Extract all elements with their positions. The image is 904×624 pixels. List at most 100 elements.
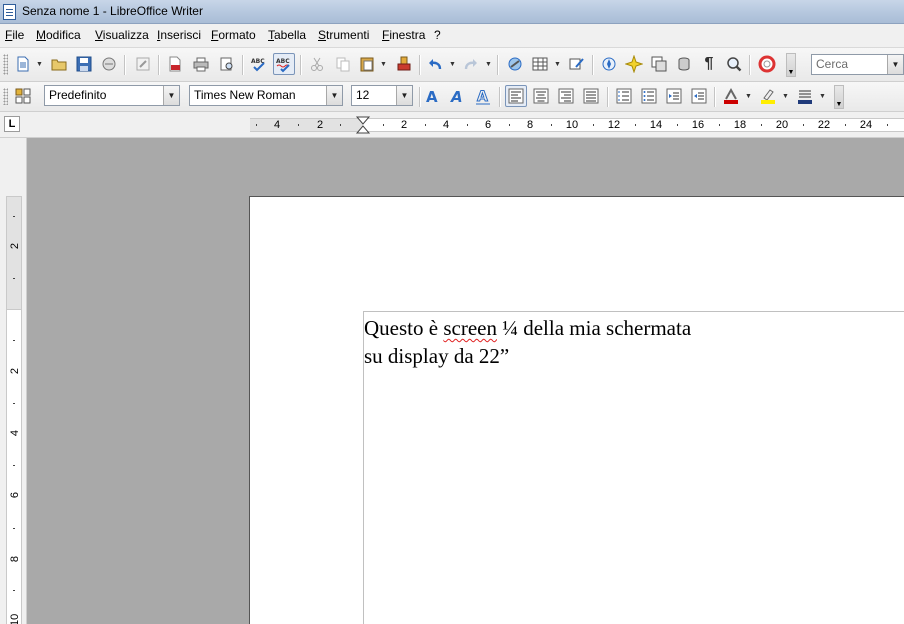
menu-modifica[interactable]: Modifica [36,28,81,42]
data-sources-icon[interactable] [648,53,670,75]
document-page[interactable]: Questo è screen ¼ della mia schermata su… [249,196,904,624]
new-document-icon[interactable] [12,53,34,75]
copy-icon[interactable] [332,53,354,75]
menu-formato[interactable]: Formato [211,28,256,42]
decrease-indent-icon[interactable] [663,85,685,107]
nonprinting-characters-icon[interactable]: ¶ [698,53,720,75]
ruler-tick [383,124,384,126]
undo-dropdown-icon[interactable]: ▼ [449,53,456,75]
open-icon[interactable] [48,53,70,75]
highlighting-dropdown-icon[interactable]: ▼ [782,85,789,107]
menu-help[interactable]: ? [434,28,441,42]
new-document-dropdown-icon[interactable]: ▼ [36,53,43,75]
paste-icon[interactable] [356,53,378,75]
ruler-tick [551,124,552,126]
ruler-label: 2 [400,119,408,131]
redo-dropdown-icon[interactable]: ▼ [485,53,492,75]
ruler-tick [845,124,846,126]
ruler-label: 4 [442,119,450,131]
highlighting-icon[interactable] [757,85,779,107]
paragraph-style-value: Predefinito [49,88,107,102]
draw-functions-icon[interactable] [566,53,588,75]
paragraph-style-dropdown-icon[interactable]: ▼ [163,86,179,105]
gallery-icon[interactable] [623,53,645,75]
autospellcheck-icon[interactable]: ABC [273,53,295,75]
italic-icon[interactable]: A [447,85,469,107]
ruler-label: 2 [316,119,324,131]
toolbar-grip[interactable] [3,54,8,75]
toolbar-overflow-icon[interactable]: ▼ [786,53,796,77]
document-text[interactable]: Questo è screen ¼ della mia schermata su… [364,314,691,370]
menu-inserisci[interactable]: Inserisci [157,28,201,42]
numbering-icon[interactable] [613,85,635,107]
ruler-tick [340,124,341,126]
menu-visualizza[interactable]: Visualizza [95,28,149,42]
writer-document-icon [3,4,16,20]
ruler-tick [256,124,257,126]
align-left-icon[interactable] [505,85,527,107]
menu-strumenti[interactable]: Strumenti [318,28,369,42]
font-size-select[interactable]: 12 ▼ [351,85,413,106]
form-icon[interactable] [673,53,695,75]
ruler-label: 22 [817,119,831,131]
search-input[interactable]: Cerca ▼ [811,54,904,75]
tab-type-selector[interactable]: L [4,116,20,132]
ruler-tick [13,465,15,466]
paragraph-style-select[interactable]: Predefinito ▼ [44,85,180,106]
font-name-select[interactable]: Times New Roman ▼ [189,85,343,106]
cut-icon[interactable] [306,53,328,75]
ruler-tick [719,124,720,126]
ruler-label: 4 [9,429,21,437]
navigator-icon[interactable] [598,53,620,75]
undo-icon[interactable] [424,53,446,75]
vertical-ruler[interactable]: 2 2 4 6 8 10 [0,138,27,624]
background-color-icon[interactable] [794,85,816,107]
align-right-icon[interactable] [555,85,577,107]
ruler-label: 10 [565,119,579,131]
hyperlink-icon[interactable] [504,53,526,75]
toolbar-grip[interactable] [3,88,8,105]
indent-marker-icon[interactable] [356,116,370,134]
ruler-tick [13,278,15,279]
zoom-icon[interactable] [723,53,745,75]
menu-file[interactable]: File [5,28,24,42]
ruler-tick [593,124,594,126]
align-center-icon[interactable] [530,85,552,107]
spellcheck-icon[interactable]: ABC [248,53,270,75]
styles-formatting-icon[interactable] [12,85,34,107]
print-icon[interactable] [190,53,212,75]
font-color-icon[interactable] [720,85,742,107]
redo-icon[interactable] [460,53,482,75]
export-pdf-icon[interactable] [164,53,186,75]
table-dropdown-icon[interactable]: ▼ [554,53,561,75]
email-icon[interactable] [98,53,120,75]
menu-finestra[interactable]: Finestra [382,28,425,42]
bold-icon[interactable]: A [422,85,444,107]
bullets-icon[interactable] [638,85,660,107]
formatting-overflow-icon[interactable]: ▼ [834,85,844,109]
paste-dropdown-icon[interactable]: ▼ [380,53,387,75]
font-size-dropdown-icon[interactable]: ▼ [396,86,412,105]
ruler-label: 10 [9,613,21,624]
justify-icon[interactable] [580,85,602,107]
font-color-dropdown-icon[interactable]: ▼ [745,85,752,107]
formatting-toolbar: Predefinito ▼ Times New Roman ▼ 12 ▼ A A… [0,82,904,112]
clone-formatting-icon[interactable] [393,53,415,75]
increase-indent-icon[interactable] [688,85,710,107]
menu-tabella[interactable]: Tabella [268,28,306,42]
horizontal-ruler[interactable]: L 4 2 2 4 6 8 10 12 14 16 18 20 22 24 [0,112,904,138]
print-preview-icon[interactable] [216,53,238,75]
ruler-tick [13,216,15,217]
table-icon[interactable] [529,53,551,75]
font-name-dropdown-icon[interactable]: ▼ [326,86,342,105]
save-icon[interactable] [73,53,95,75]
background-color-dropdown-icon[interactable]: ▼ [819,85,826,107]
edit-mode-icon[interactable] [132,53,154,75]
text-boundary[interactable]: Questo è screen ¼ della mia schermata su… [363,311,904,624]
search-dropdown-icon[interactable]: ▼ [887,55,903,74]
menu-bar: File Modifica Visualizza Inserisci Forma… [0,24,904,48]
underline-icon[interactable]: A [472,85,494,107]
help-icon[interactable] [756,53,778,75]
document-workspace[interactable]: Questo è screen ¼ della mia schermata su… [28,138,904,624]
misspelled-word[interactable]: screen [443,316,497,340]
